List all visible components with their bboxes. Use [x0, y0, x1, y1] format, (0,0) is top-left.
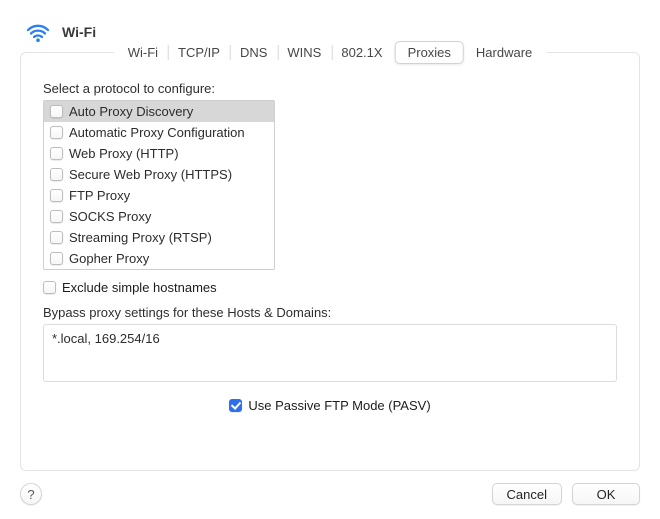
exclude-simple-label: Exclude simple hostnames	[62, 280, 217, 295]
bypass-label: Bypass proxy settings for these Hosts & …	[43, 305, 617, 320]
protocol-label: SOCKS Proxy	[69, 209, 151, 224]
settings-panel: Wi-Fi TCP/IP DNS WINS 802.1X Proxies Har…	[20, 52, 640, 471]
protocol-label: Secure Web Proxy (HTTPS)	[69, 167, 232, 182]
footer: ? Cancel OK	[20, 483, 640, 505]
protocol-label: Automatic Proxy Configuration	[69, 125, 245, 140]
protocol-check-socks-proxy[interactable]	[50, 210, 63, 223]
tab-dns[interactable]: DNS	[230, 42, 277, 63]
wifi-icon	[24, 18, 52, 46]
protocol-check-streaming-proxy[interactable]	[50, 231, 63, 244]
protocol-section-label: Select a protocol to configure:	[43, 81, 617, 96]
page-title: Wi-Fi	[62, 24, 96, 40]
protocol-check-web-proxy[interactable]	[50, 147, 63, 160]
bypass-hosts-input[interactable]	[43, 324, 617, 382]
protocol-check-auto-config[interactable]	[50, 126, 63, 139]
protocol-row-web-proxy[interactable]: Web Proxy (HTTP)	[44, 143, 274, 164]
protocol-row-auto-discovery[interactable]: Auto Proxy Discovery	[44, 101, 274, 122]
exclude-simple-hostnames[interactable]: Exclude simple hostnames	[43, 280, 617, 295]
protocol-label: Auto Proxy Discovery	[69, 104, 193, 119]
protocol-label: Web Proxy (HTTP)	[69, 146, 179, 161]
protocol-label: Gopher Proxy	[69, 251, 149, 266]
passive-ftp-label: Use Passive FTP Mode (PASV)	[248, 398, 430, 413]
protocol-row-socks-proxy[interactable]: SOCKS Proxy	[44, 206, 274, 227]
tab-tcpip[interactable]: TCP/IP	[168, 42, 230, 63]
protocol-list[interactable]: Auto Proxy Discovery Automatic Proxy Con…	[43, 100, 275, 270]
passive-ftp-mode[interactable]: Use Passive FTP Mode (PASV)	[43, 398, 617, 413]
protocol-check-gopher-proxy[interactable]	[50, 252, 63, 265]
help-button[interactable]: ?	[20, 483, 42, 505]
protocol-label: Streaming Proxy (RTSP)	[69, 230, 212, 245]
protocol-check-auto-discovery[interactable]	[50, 105, 63, 118]
passive-ftp-checkbox[interactable]	[229, 399, 242, 412]
tab-hardware[interactable]: Hardware	[466, 42, 542, 63]
ok-button[interactable]: OK	[572, 483, 640, 505]
tab-wins[interactable]: WINS	[277, 42, 331, 63]
tab-proxies[interactable]: Proxies	[395, 41, 464, 64]
protocol-label: FTP Proxy	[69, 188, 130, 203]
network-prefs-window: Wi-Fi Wi-Fi TCP/IP DNS WINS 802.1X Proxi…	[0, 0, 660, 519]
tab-bar: Wi-Fi TCP/IP DNS WINS 802.1X Proxies Har…	[114, 42, 547, 63]
protocol-row-secure-web-proxy[interactable]: Secure Web Proxy (HTTPS)	[44, 164, 274, 185]
protocol-row-ftp-proxy[interactable]: FTP Proxy	[44, 185, 274, 206]
protocol-check-secure-web-proxy[interactable]	[50, 168, 63, 181]
cancel-button[interactable]: Cancel	[492, 483, 562, 505]
tab-wifi[interactable]: Wi-Fi	[118, 42, 168, 63]
exclude-simple-checkbox[interactable]	[43, 281, 56, 294]
protocol-row-auto-config[interactable]: Automatic Proxy Configuration	[44, 122, 274, 143]
tab-8021x[interactable]: 802.1X	[331, 42, 392, 63]
protocol-check-ftp-proxy[interactable]	[50, 189, 63, 202]
protocol-row-gopher-proxy[interactable]: Gopher Proxy	[44, 248, 274, 269]
protocol-row-streaming-proxy[interactable]: Streaming Proxy (RTSP)	[44, 227, 274, 248]
